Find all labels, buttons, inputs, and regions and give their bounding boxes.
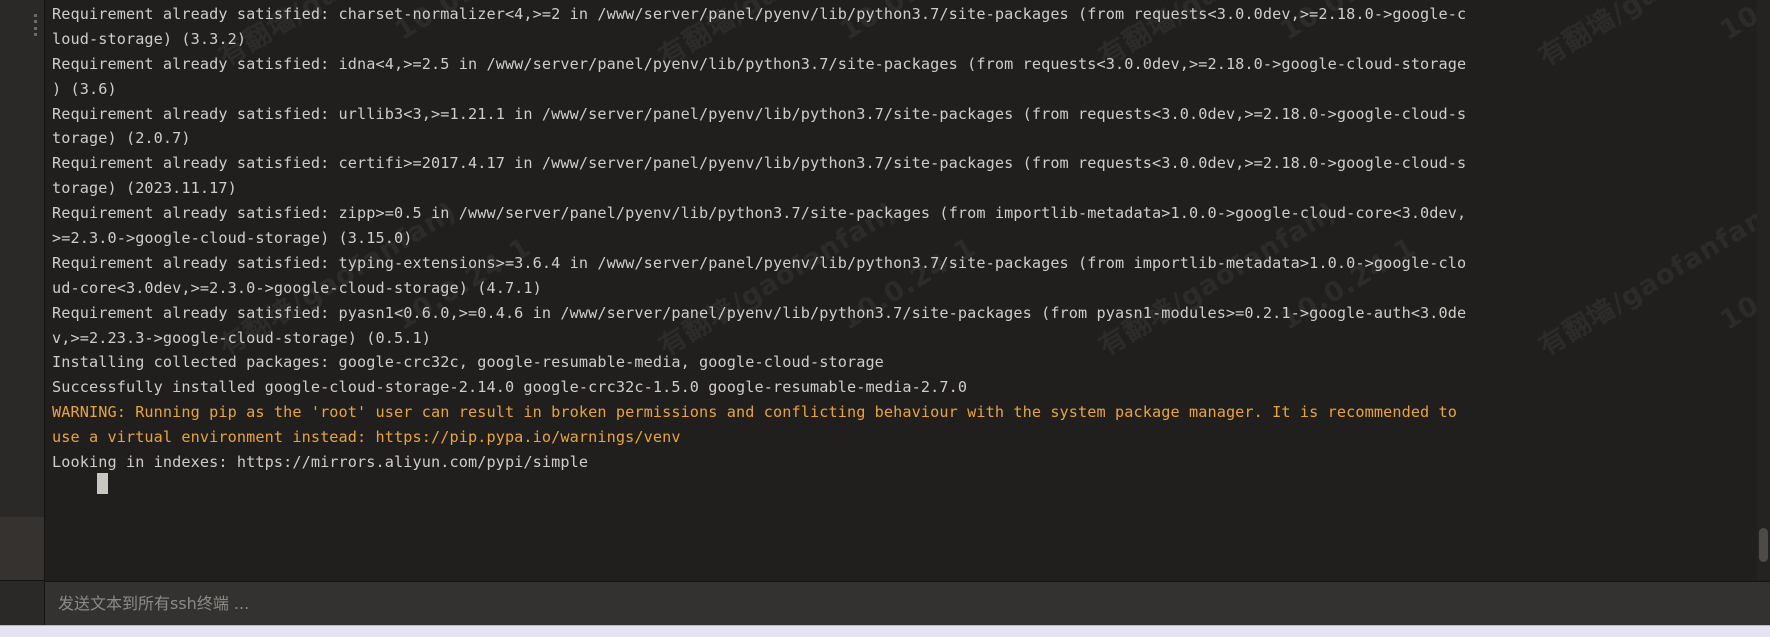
session-rail	[0, 0, 45, 625]
session-rail-active-tab[interactable]	[0, 517, 44, 580]
terminal-line: Requirement already satisfied: idna<4,>=…	[52, 54, 1467, 73]
terminal-line: Requirement already satisfied: typing-ex…	[52, 253, 1467, 272]
terminal-line: >=2.3.0->google-cloud-storage) (3.15.0)	[52, 229, 413, 248]
terminal-line: Requirement already satisfied: pyasn1<0.…	[52, 303, 1467, 322]
terminal-cursor	[97, 473, 108, 494]
send-to-all-input[interactable]	[45, 593, 1770, 614]
window-bottom-strip	[0, 625, 1770, 637]
terminal-line: Installing collected packages: google-cr…	[52, 353, 884, 372]
terminal-line: ) (3.6)	[52, 79, 117, 98]
terminal-line: Requirement already satisfied: urllib3<3…	[52, 104, 1467, 123]
terminal-scrollbar-thumb[interactable]	[1759, 528, 1768, 562]
ssh-terminal-window: 有翻墙/gaofanfan) 10.0.24.1 有翻墙/gaofanfan) 10.…	[0, 0, 1770, 637]
terminal-line: Requirement already satisfied: zipp>=0.5…	[52, 204, 1467, 223]
terminal-line: torage) (2.0.7)	[52, 129, 191, 148]
session-rail-top	[0, 0, 44, 517]
terminal-scrollbar[interactable]	[1757, 0, 1770, 580]
terminal-line: v,>=2.23.3->google-cloud-storage) (0.5.1…	[52, 328, 431, 347]
terminal-output-pane[interactable]: 有翻墙/gaofanfan) 10.0.24.1 有翻墙/gaofanfan) 10.…	[45, 0, 1770, 580]
terminal-line: Requirement already satisfied: certifi>=…	[52, 154, 1467, 173]
terminal-line-list: Requirement already satisfied: charset-n…	[52, 2, 1770, 475]
send-to-all-bar[interactable]	[45, 581, 1770, 625]
terminal-line: Requirement already satisfied: charset-n…	[52, 5, 1467, 23]
drag-dots-icon[interactable]	[33, 14, 37, 36]
terminal-line: loud-storage) (3.3.2)	[52, 29, 247, 48]
terminal-line: use a virtual environment instead: https…	[52, 428, 681, 447]
terminal-line: WARNING: Running pip as the 'root' user …	[52, 403, 1458, 422]
terminal-line: torage) (2023.11.17)	[52, 179, 237, 198]
terminal-line: Successfully installed google-cloud-stor…	[52, 378, 968, 397]
session-rail-bottom	[0, 580, 44, 625]
terminal-line: Looking in indexes: https://mirrors.aliy…	[52, 453, 589, 472]
terminal-line: ud-core<3.0dev,>=2.3.0->google-cloud-sto…	[52, 278, 542, 297]
